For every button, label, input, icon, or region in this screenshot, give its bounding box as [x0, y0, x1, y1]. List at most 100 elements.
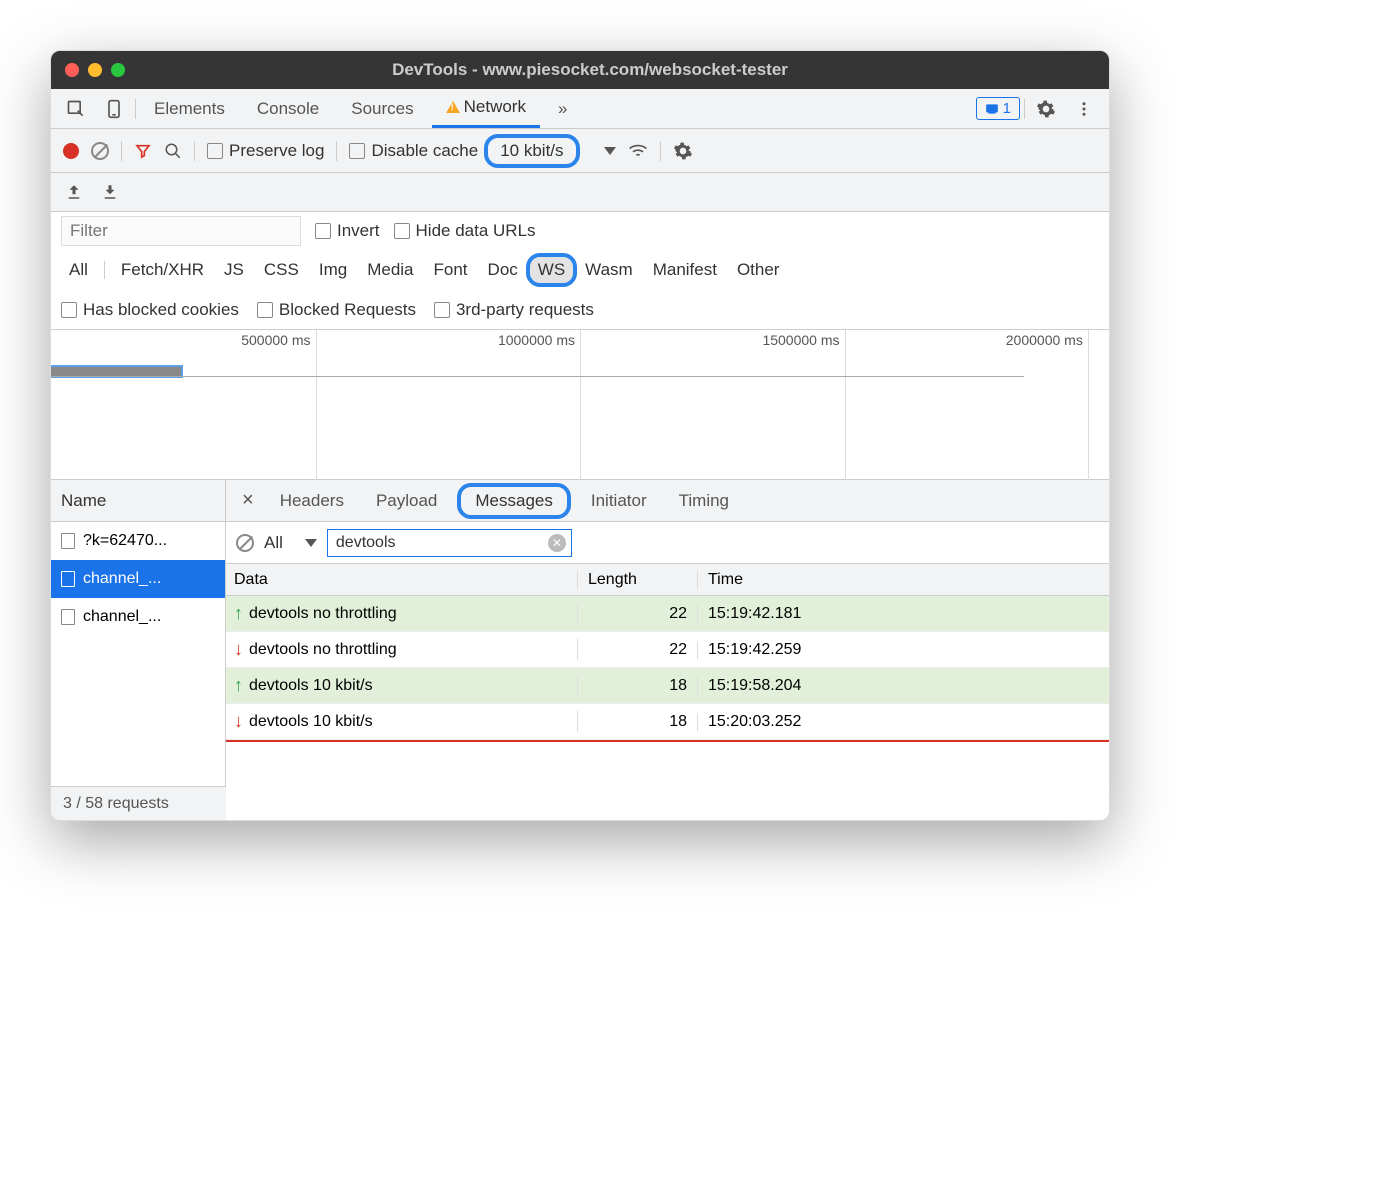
filter-fetch-xhr[interactable]: Fetch/XHR — [113, 257, 212, 283]
clear-icon[interactable] — [91, 142, 109, 160]
traffic-lights — [65, 63, 145, 77]
request-row[interactable]: channel_... — [51, 560, 225, 598]
filter-ws[interactable]: WS — [530, 257, 573, 283]
tab-messages[interactable]: Messages — [457, 483, 570, 519]
request-sidebar: Name ?k=62470... channel_... channel_...… — [51, 480, 226, 820]
upload-download-row — [51, 173, 1109, 212]
timeline-line — [51, 376, 1024, 377]
column-length[interactable]: Length — [578, 571, 698, 589]
filter-css[interactable]: CSS — [256, 257, 307, 283]
sidebar-header: Name — [51, 480, 225, 522]
message-row[interactable]: ↑devtools 10 kbit/s 18 15:19:58.204 — [226, 668, 1109, 704]
checkbox-icon — [434, 302, 450, 318]
tab-sources[interactable]: Sources — [337, 89, 427, 128]
timeline-bar — [51, 367, 181, 376]
separator — [336, 141, 337, 161]
arrow-up-icon: ↑ — [234, 675, 243, 696]
message-filter-input[interactable] — [327, 529, 572, 557]
message-row[interactable]: ↑devtools no throttling 22 15:19:42.181 — [226, 596, 1109, 632]
network-toolbar: Preserve log Disable cache 10 kbit/s — [51, 129, 1109, 173]
upload-icon[interactable] — [65, 183, 83, 201]
issues-badge[interactable]: 1 — [976, 97, 1020, 120]
filter-input[interactable] — [61, 216, 301, 246]
separator — [104, 261, 105, 279]
checkbox-icon — [61, 302, 77, 318]
tab-elements[interactable]: Elements — [140, 89, 239, 128]
disable-cache-checkbox[interactable]: Disable cache — [349, 141, 478, 161]
inspect-icon[interactable] — [59, 92, 93, 126]
clear-icon[interactable] — [236, 534, 254, 552]
preserve-log-checkbox[interactable]: Preserve log — [207, 141, 324, 161]
throttling-select[interactable]: 10 kbit/s — [484, 134, 579, 168]
devtools-window: DevTools - www.piesocket.com/websocket-t… — [50, 50, 1110, 821]
titlebar: DevTools - www.piesocket.com/websocket-t… — [51, 51, 1109, 89]
tab-payload[interactable]: Payload — [364, 483, 449, 519]
file-icon — [61, 571, 75, 587]
has-blocked-cookies-checkbox[interactable]: Has blocked cookies — [61, 300, 239, 320]
chevron-down-icon[interactable] — [604, 147, 616, 155]
tab-console[interactable]: Console — [243, 89, 333, 128]
filter-img[interactable]: Img — [311, 257, 355, 283]
timeline-overview[interactable]: 500000 ms 1000000 ms 1500000 ms 2000000 … — [51, 330, 1109, 480]
close-icon[interactable] — [65, 63, 79, 77]
arrow-down-icon: ↓ — [234, 711, 243, 732]
checkbox-icon — [394, 223, 410, 239]
file-icon — [61, 533, 75, 549]
close-icon[interactable]: × — [236, 489, 260, 512]
tab-more[interactable]: » — [544, 89, 581, 128]
filter-doc[interactable]: Doc — [480, 257, 526, 283]
invert-checkbox[interactable]: Invert — [315, 221, 380, 241]
download-icon[interactable] — [101, 183, 119, 201]
checkbox-icon — [349, 143, 365, 159]
column-time[interactable]: Time — [698, 571, 1109, 589]
filter-js[interactable]: JS — [216, 257, 252, 283]
message-row[interactable]: ↓devtools no throttling 22 15:19:42.259 — [226, 632, 1109, 668]
arrow-up-icon: ↑ — [234, 603, 243, 624]
checkbox-icon — [257, 302, 273, 318]
warning-icon — [446, 101, 460, 113]
filter-other[interactable]: Other — [729, 257, 788, 283]
checkbox-icon — [315, 223, 331, 239]
filter-font[interactable]: Font — [426, 257, 476, 283]
hide-data-urls-checkbox[interactable]: Hide data URLs — [394, 221, 536, 241]
settings-icon[interactable] — [1029, 92, 1063, 126]
filter-media[interactable]: Media — [359, 257, 421, 283]
tab-headers[interactable]: Headers — [268, 483, 356, 519]
message-table: Data Length Time ↑devtools no throttling… — [226, 564, 1109, 820]
minimize-icon[interactable] — [88, 63, 102, 77]
main-tabbar: Elements Console Sources Network » 1 — [51, 89, 1109, 129]
separator — [194, 141, 195, 161]
request-row[interactable]: ?k=62470... — [51, 522, 225, 560]
third-party-checkbox[interactable]: 3rd-party requests — [434, 300, 594, 320]
separator — [1024, 99, 1025, 119]
filter-icon[interactable] — [134, 143, 152, 159]
message-direction-select[interactable]: All — [264, 533, 317, 553]
message-filter-bar: All ✕ — [226, 522, 1109, 564]
extra-filter-checks: Has blocked cookies Blocked Requests 3rd… — [51, 290, 1109, 330]
message-row[interactable]: ↓devtools 10 kbit/s 18 15:20:03.252 — [226, 704, 1109, 740]
filter-bar: Invert Hide data URLs — [51, 212, 1109, 250]
filter-manifest[interactable]: Manifest — [645, 257, 725, 283]
network-settings-icon[interactable] — [673, 141, 693, 161]
kebab-icon[interactable] — [1067, 92, 1101, 126]
resource-type-filter: All Fetch/XHR JS CSS Img Media Font Doc … — [51, 250, 1109, 290]
column-data[interactable]: Data — [226, 571, 578, 589]
tab-timing[interactable]: Timing — [667, 483, 741, 519]
record-icon[interactable] — [63, 143, 79, 159]
network-conditions-icon[interactable] — [628, 143, 648, 159]
zoom-icon[interactable] — [111, 63, 125, 77]
request-details: × Headers Payload Messages Initiator Tim… — [226, 480, 1109, 820]
clear-input-icon[interactable]: ✕ — [548, 534, 566, 552]
search-icon[interactable] — [164, 142, 182, 160]
blocked-requests-checkbox[interactable]: Blocked Requests — [257, 300, 416, 320]
tab-network[interactable]: Network — [432, 89, 540, 128]
request-row[interactable]: channel_... — [51, 598, 225, 636]
filter-all[interactable]: All — [61, 257, 96, 283]
tab-initiator[interactable]: Initiator — [579, 483, 659, 519]
filter-wasm[interactable]: Wasm — [577, 257, 641, 283]
chevron-down-icon — [305, 539, 317, 547]
checkbox-icon — [207, 143, 223, 159]
window-title: DevTools - www.piesocket.com/websocket-t… — [145, 60, 1035, 80]
device-toggle-icon[interactable] — [97, 92, 131, 126]
lower-pane: Name ?k=62470... channel_... channel_...… — [51, 480, 1109, 820]
